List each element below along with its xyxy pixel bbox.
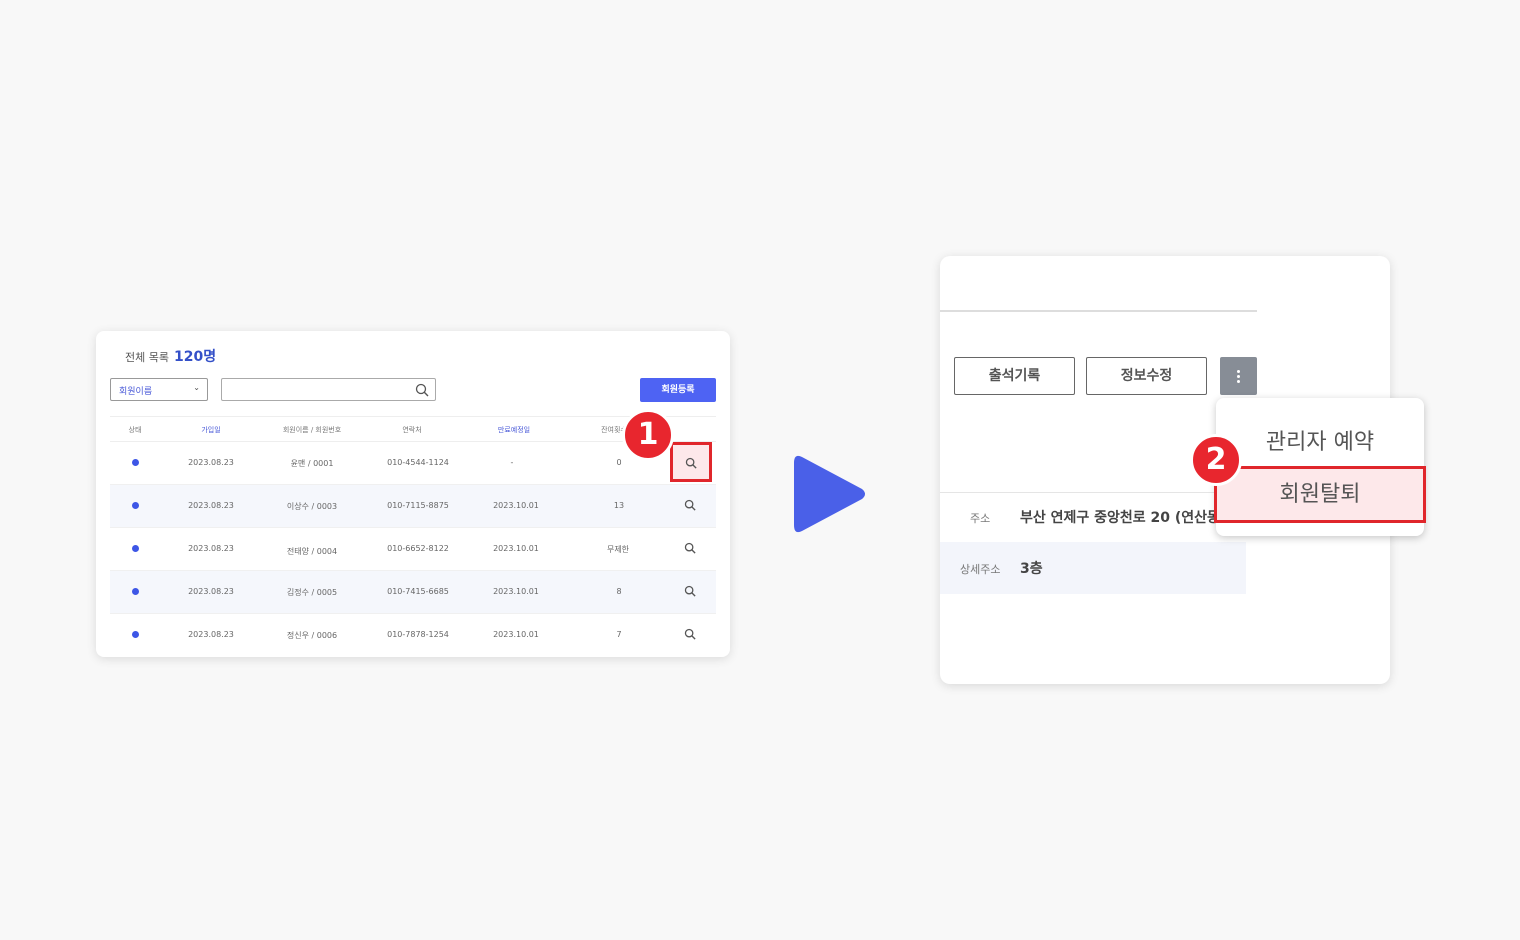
address-label: 주소 (970, 512, 991, 525)
member-name-number: 김정수 / 0005 (286, 588, 338, 597)
remaining-count: 7 (616, 630, 622, 639)
menu-item-admin-reservation[interactable]: 관리자 예약 (1216, 424, 1424, 456)
total-member-count: 120명 (174, 349, 217, 365)
register-member-button[interactable]: 회원등록 (640, 378, 716, 402)
member-list-card: 전체 목록 120명 회원이름 ⌄ 회원등록 상태 가입일 회원이름 / 회원번… (96, 331, 730, 657)
member-name-number: 정신우 / 0006 (286, 631, 338, 640)
member-name-number: 전태양 / 0004 (286, 547, 338, 556)
table-row[interactable]: 2023.08.23 김정수 / 0005 010-7415-6685 2023… (110, 571, 716, 614)
more-dropdown-menu: 관리자 예약 회원탈퇴 (1214, 398, 1426, 536)
search-input[interactable] (221, 378, 436, 401)
view-member-button-highlight[interactable] (670, 442, 712, 482)
attendance-record-button[interactable]: 출석기록 (954, 357, 1075, 395)
column-joined[interactable]: 가입일 (201, 425, 220, 435)
address-value: 부산 연제구 중앙천로 20 (연산동) (1020, 510, 1227, 526)
expiry-date: 2023.10.01 (493, 544, 539, 553)
search-icon[interactable] (684, 585, 696, 597)
search-icon[interactable] (684, 542, 696, 554)
remaining-count: 0 (616, 458, 622, 467)
detail-address-row: 상세주소 3층 (940, 542, 1246, 594)
more-dots-icon-mid (1237, 375, 1240, 378)
table-row[interactable]: 2023.08.23 정신우 / 0006 010-7878-1254 2023… (110, 614, 716, 657)
status-dot (132, 545, 139, 552)
column-member: 회원이름 / 회원번호 (282, 426, 342, 434)
step-badge-2: 2 (1190, 434, 1242, 486)
member-name-number: 이상수 / 0003 (286, 502, 338, 511)
phone-number: 010-4544-1124 (387, 458, 449, 467)
status-dot (132, 459, 139, 466)
phone-number: 010-7115-8875 (387, 501, 449, 510)
more-dots-icon (1237, 370, 1240, 373)
more-menu-button[interactable] (1220, 357, 1257, 395)
phone-number: 010-6652-8122 (387, 544, 449, 553)
expiry-date: 2023.10.01 (493, 587, 539, 596)
expiry-date: - (510, 458, 514, 467)
chevron-down-icon: ⌄ (193, 383, 200, 392)
phone-number: 010-7878-1254 (387, 630, 449, 639)
remaining-count: 무제한 (606, 545, 630, 554)
joined-date: 2023.08.23 (188, 501, 234, 510)
remaining-count: 8 (616, 587, 622, 596)
expiry-date: 2023.10.01 (493, 501, 539, 510)
header-divider (940, 310, 1257, 312)
joined-date: 2023.08.23 (188, 587, 234, 596)
search-icon (415, 383, 429, 397)
joined-date: 2023.08.23 (188, 544, 234, 553)
member-name-number: 윤맨 / 0001 (290, 459, 334, 468)
detail-address-value: 3층 (1020, 561, 1043, 577)
table-row[interactable]: 2023.08.23 전태양 / 0004 010-6652-8122 2023… (110, 528, 716, 571)
more-dots-icon-bottom (1237, 380, 1240, 383)
address-row: 주소 부산 연제구 중앙천로 20 (연산동) (940, 492, 1246, 542)
status-dot (132, 588, 139, 595)
menu-item-withdraw-member[interactable]: 회원탈퇴 (1214, 466, 1426, 523)
play-arrow-icon (794, 455, 865, 533)
edit-info-button[interactable]: 정보수정 (1086, 357, 1207, 395)
column-status: 상태 (128, 426, 142, 434)
detail-address-label: 상세주소 (960, 563, 1001, 576)
total-list-label: 전체 목록 (125, 351, 169, 364)
step-badge-1: 1 (622, 409, 674, 461)
expiry-date: 2023.10.01 (493, 630, 539, 639)
search-icon[interactable] (684, 628, 696, 640)
joined-date: 2023.08.23 (188, 630, 234, 639)
remaining-count: 13 (613, 501, 625, 510)
joined-date: 2023.08.23 (188, 458, 234, 467)
table-row[interactable]: 2023.08.23 이상수 / 0003 010-7115-8875 2023… (110, 485, 716, 528)
search-icon (685, 457, 697, 469)
column-phone: 연락처 (402, 426, 422, 434)
search-filter-select[interactable]: 회원이름 ⌄ (110, 378, 208, 401)
status-dot (132, 502, 139, 509)
phone-number: 010-7415-6685 (387, 587, 449, 596)
search-filter-value: 회원이름 (119, 387, 153, 397)
status-dot (132, 631, 139, 638)
search-icon[interactable] (684, 499, 696, 511)
column-expiry[interactable]: 만료예정일 (498, 425, 530, 435)
